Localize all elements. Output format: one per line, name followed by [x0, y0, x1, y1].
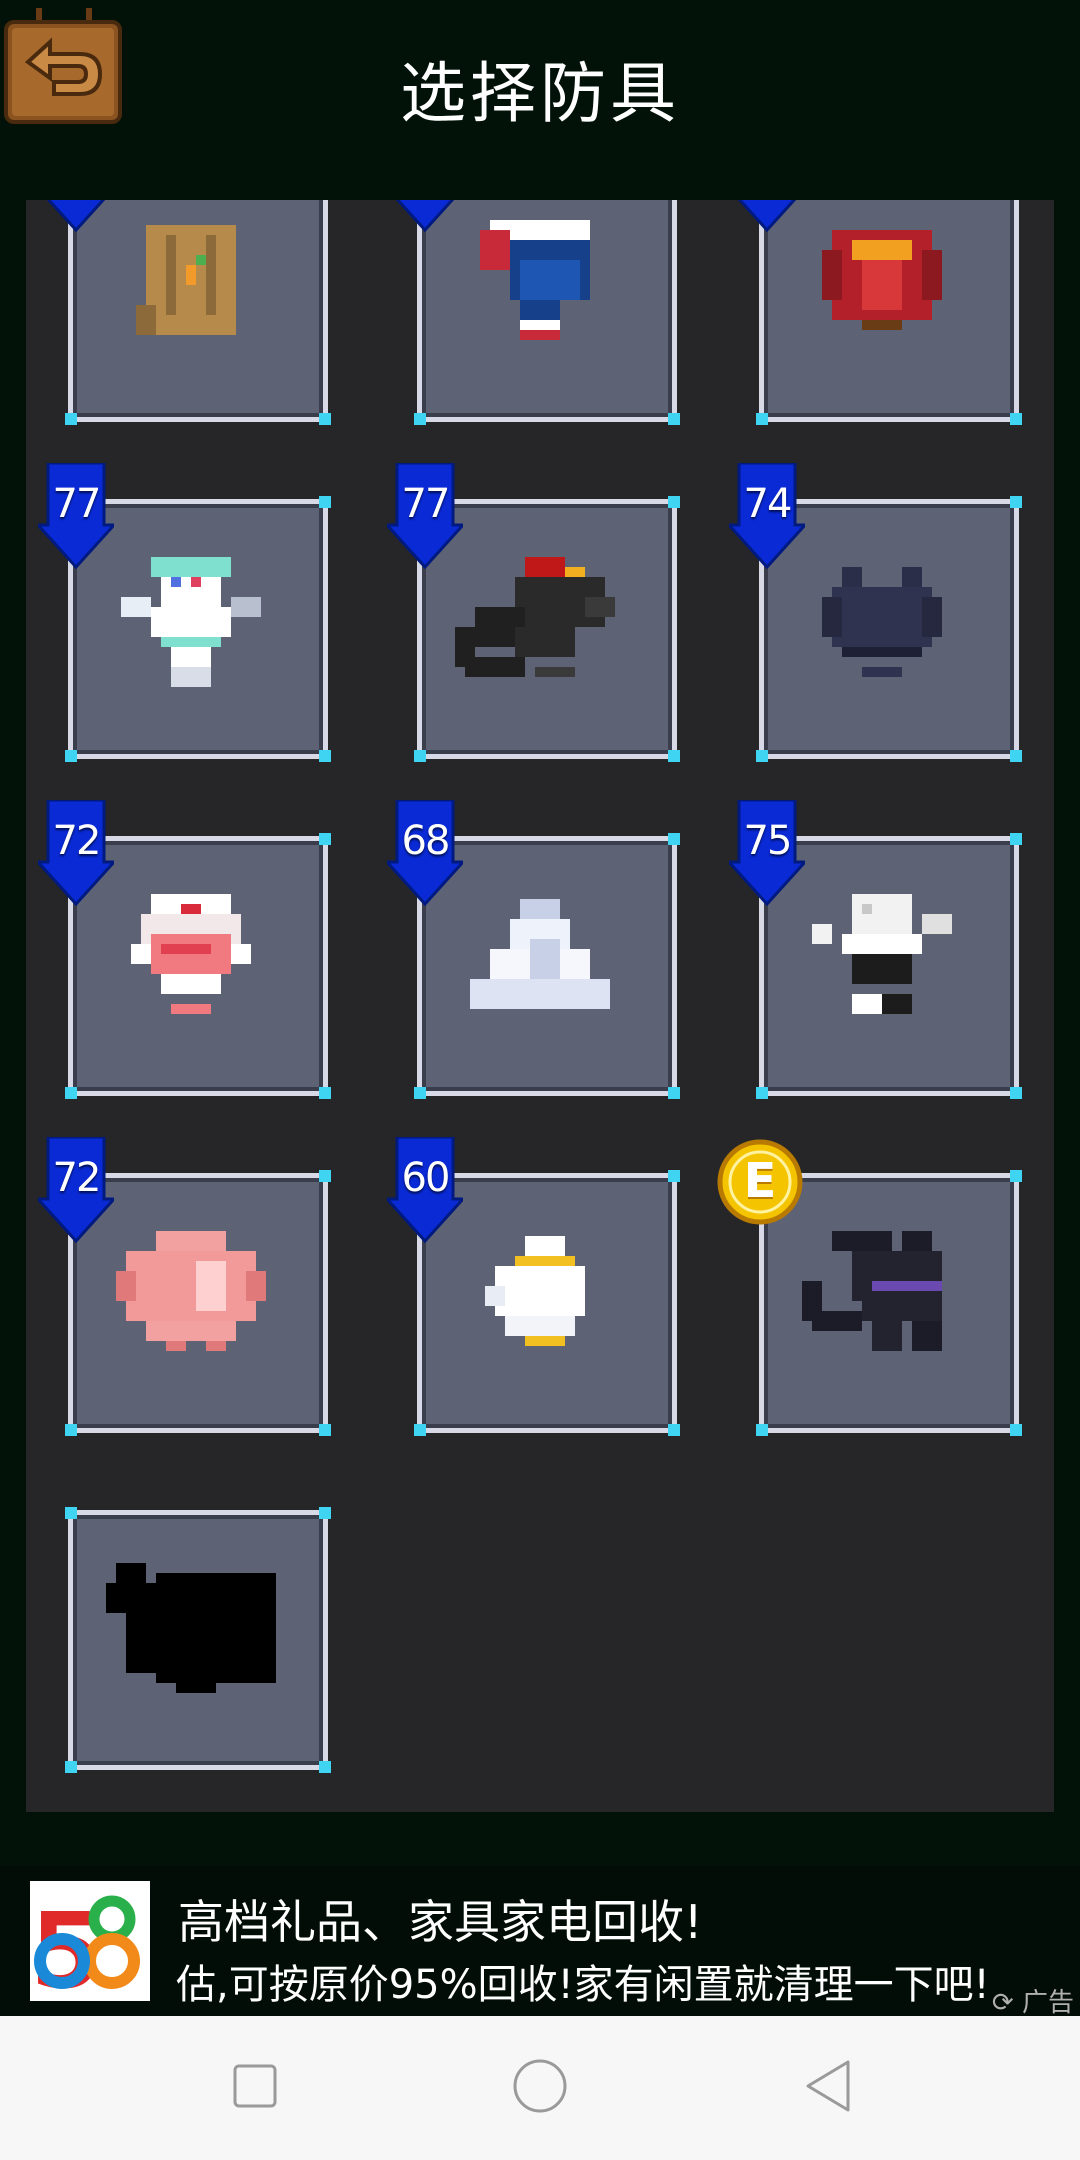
ad-label: ⟳ 广告	[991, 1988, 1074, 2018]
currency-coin-badge: E	[717, 1139, 803, 1225]
frame-corner	[65, 1424, 77, 1436]
armor-card[interactable]: 72	[38, 800, 336, 1104]
tan-vest-armor-icon	[136, 225, 236, 335]
armor-grid: 77 77 74 72 68 75 72 60 E	[26, 200, 1054, 1812]
armor-card[interactable]: 60	[387, 1137, 685, 1441]
pink-maid-armor-icon	[131, 894, 251, 1014]
level-badge: 60	[387, 1137, 463, 1243]
frame-corner	[756, 750, 768, 762]
frame-corner	[668, 1087, 680, 1099]
frame-corner	[65, 1087, 77, 1099]
frame-corner	[1010, 413, 1022, 425]
frame-corner	[756, 413, 768, 425]
white-cloud-armor-icon	[485, 1236, 585, 1346]
armor-card[interactable]	[737, 200, 1027, 430]
frame-corner	[668, 833, 680, 845]
armor-card[interactable]: 75	[729, 800, 1027, 1104]
frame-corner	[319, 833, 331, 845]
frame-corner	[65, 1761, 77, 1773]
frame-corner	[668, 750, 680, 762]
frame-corner	[668, 413, 680, 425]
armor-card[interactable]: 77	[387, 463, 685, 767]
frame-corner	[319, 1170, 331, 1182]
back-nav-button[interactable]	[800, 2056, 860, 2116]
frame-corner	[756, 1087, 768, 1099]
frame-corner	[1010, 496, 1022, 508]
level-badge: 77	[38, 463, 114, 569]
white-mech-armor-icon	[121, 557, 261, 687]
armor-card[interactable]	[395, 200, 685, 430]
frame-corner	[319, 413, 331, 425]
advertisement-banner[interactable]: 5 高档礼品、家具家电回收! 估,可按原价95%回收!家有闲置就清理一下吧! ⟳…	[0, 1866, 1080, 2018]
frame-corner	[668, 1424, 680, 1436]
frame-corner	[319, 1087, 331, 1099]
ad-refresh-icon: ⟳	[991, 1988, 1014, 2018]
armor-card[interactable]	[46, 200, 336, 430]
circle-icon	[513, 2059, 567, 2113]
level-badge	[38, 200, 114, 232]
level-badge: 72	[38, 1137, 114, 1243]
armor-card[interactable]: 77	[38, 463, 336, 767]
triangle-back-icon	[806, 2060, 850, 2112]
frame-corner	[414, 1087, 426, 1099]
frame-corner	[414, 750, 426, 762]
frame-corner	[65, 413, 77, 425]
frame-corner	[1010, 1170, 1022, 1182]
level-badge: 68	[387, 800, 463, 906]
level-badge: 74	[729, 463, 805, 569]
armor-card[interactable]: 68	[387, 800, 685, 1104]
frame-corner	[668, 496, 680, 508]
armor-card-locked[interactable]	[46, 1488, 336, 1778]
ad-title: 高档礼品、家具家电回收!	[178, 1895, 703, 1949]
black-dragon-armor-icon	[455, 557, 615, 677]
frame-corner	[319, 496, 331, 508]
locked-silhouette-armor-icon	[106, 1563, 276, 1693]
white-robot-armor-icon	[812, 894, 952, 1014]
armor-card[interactable]: E	[717, 1139, 1027, 1441]
square-icon	[233, 2064, 277, 2108]
frame-corner	[414, 413, 426, 425]
level-badge: 72	[38, 800, 114, 906]
frame-corner	[1010, 750, 1022, 762]
frame-corner	[319, 1424, 331, 1436]
frame-corner	[1010, 833, 1022, 845]
ad-subtitle: 估,可按原价95%回收!家有闲置就清理一下吧!	[176, 1962, 990, 2008]
frame-corner	[1010, 1087, 1022, 1099]
pink-pig-armor-icon	[116, 1231, 266, 1351]
armor-card[interactable]: 72	[38, 1137, 336, 1441]
red-mage-armor-icon	[822, 230, 942, 330]
recent-apps-button[interactable]	[225, 2056, 285, 2116]
frame-corner	[319, 750, 331, 762]
level-badge: 75	[729, 800, 805, 906]
blue-cape-armor-icon	[480, 220, 590, 340]
level-badge: 77	[387, 463, 463, 569]
header: 选择防具	[0, 0, 1080, 190]
frame-corner	[319, 1761, 331, 1773]
home-button[interactable]	[510, 2056, 570, 2116]
frame-corner	[668, 1170, 680, 1182]
dark-slime-armor-icon	[822, 567, 942, 677]
frame-corner	[414, 1424, 426, 1436]
white-snow-armor-icon	[470, 899, 610, 1009]
page-title: 选择防具	[400, 55, 680, 132]
frame-corner	[65, 1507, 77, 1519]
frame-corner	[65, 750, 77, 762]
level-badge	[729, 200, 805, 232]
armor-card[interactable]: 74	[729, 463, 1027, 767]
dark-bat-armor-icon	[802, 1231, 942, 1351]
frame-corner	[319, 1507, 331, 1519]
ad-logo: 5	[30, 1881, 150, 2012]
frame-corner	[756, 1424, 768, 1436]
system-nav-bar	[0, 2016, 1080, 2160]
level-badge	[387, 200, 463, 232]
frame-corner	[1010, 1424, 1022, 1436]
